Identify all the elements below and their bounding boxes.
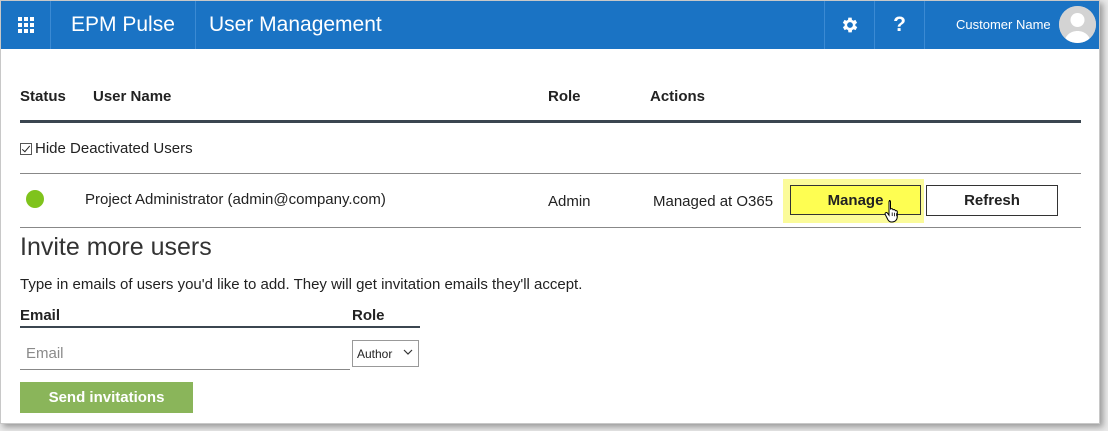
help-icon: ? bbox=[893, 13, 906, 36]
avatar[interactable] bbox=[1059, 6, 1096, 43]
role-cell: Admin bbox=[548, 193, 591, 210]
table-header-divider bbox=[20, 120, 1081, 123]
page-title: User Management bbox=[209, 13, 382, 36]
app-window: EPM Pulse User Management ? Customer Nam… bbox=[0, 0, 1100, 424]
row-divider bbox=[20, 173, 1081, 174]
hide-deactivated-checkbox[interactable] bbox=[20, 142, 32, 155]
role-select-value: Author bbox=[357, 346, 393, 361]
email-input[interactable] bbox=[20, 338, 350, 370]
email-label: Email bbox=[20, 307, 61, 324]
column-header-status: Status bbox=[20, 88, 66, 105]
manage-highlight: Manage bbox=[783, 179, 924, 223]
settings-button[interactable] bbox=[824, 1, 874, 49]
role-label: Role bbox=[352, 307, 385, 324]
app-launcher-button[interactable] bbox=[1, 1, 51, 49]
column-header-role: Role bbox=[548, 88, 581, 105]
user-avatar-icon bbox=[1059, 6, 1096, 43]
invite-form-divider bbox=[20, 326, 420, 328]
status-indicator bbox=[26, 190, 44, 208]
managed-at-text: Managed at O365 bbox=[653, 193, 774, 210]
role-select[interactable]: Author bbox=[352, 340, 419, 367]
user-name[interactable]: Customer Name bbox=[956, 1, 1051, 49]
invite-description: Type in emails of users you'd like to ad… bbox=[20, 276, 583, 293]
top-bar: EPM Pulse User Management ? Customer Nam… bbox=[1, 1, 1099, 49]
help-button[interactable]: ? bbox=[874, 1, 925, 49]
hand-cursor-icon bbox=[884, 200, 898, 223]
column-header-user-name: User Name bbox=[93, 88, 172, 105]
refresh-button[interactable]: Refresh bbox=[926, 185, 1058, 216]
hide-deactivated-label: Hide Deactivated Users bbox=[35, 140, 193, 157]
send-invitations-button[interactable]: Send invitations bbox=[20, 382, 193, 413]
chevron-down-icon bbox=[403, 349, 413, 355]
hide-deactivated-toggle[interactable]: Hide Deactivated Users bbox=[20, 140, 193, 157]
column-header-actions: Actions bbox=[650, 88, 706, 105]
app-launcher-icon bbox=[17, 17, 34, 33]
row-divider bbox=[20, 227, 1081, 228]
invite-section-title: Invite more users bbox=[20, 233, 212, 261]
app-title[interactable]: EPM Pulse bbox=[71, 1, 196, 49]
gear-icon bbox=[842, 17, 857, 33]
user-name-cell: Project Administrator (admin@company.com… bbox=[85, 191, 386, 208]
